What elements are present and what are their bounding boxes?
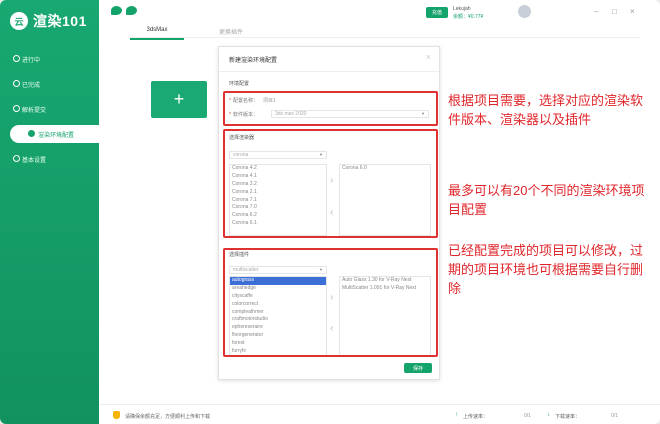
download-speed-label: 下载速率：: [555, 414, 581, 420]
settings-icon: [28, 130, 35, 137]
upload-speed-label: 上传速率：: [463, 414, 489, 420]
dialog-divider: [219, 71, 439, 72]
minimize-button[interactable]: –: [594, 7, 598, 16]
chat-icon[interactable]: [111, 6, 122, 15]
sidebar-item-label: 进行中: [22, 57, 41, 64]
sidebar-item-label: 已完成: [22, 82, 41, 89]
check-circle-icon: [13, 80, 20, 87]
logo-mark-icon: 云: [10, 12, 28, 30]
logo: 云 渲染101: [10, 11, 87, 31]
play-circle-icon: [13, 55, 20, 62]
logo-text: 渲染101: [33, 13, 87, 29]
status-text: 请确保余额充足，方便顺利上传和下载: [125, 414, 211, 420]
balance: 余额：¥0.77¥: [453, 14, 484, 20]
download-arrow-icon: ↓: [547, 412, 550, 418]
highlight-env-config: [223, 91, 438, 126]
support-chat-icon[interactable]: [126, 6, 137, 15]
dialog-title: 新建渲染环境配置: [229, 58, 278, 64]
close-button[interactable]: ×: [630, 7, 635, 16]
upload-arrow-icon: ↑: [455, 412, 458, 418]
app-window: 云 渲染101 进行中 已完成 解析提交 渲染环境配置 基本设置 充值 Leku…: [0, 0, 660, 424]
highlight-plugin: [223, 248, 438, 357]
upload-icon: [13, 105, 20, 112]
sidebar-item-in-progress[interactable]: 进行中: [0, 50, 99, 68]
username: Lekujah: [453, 6, 471, 12]
dialog-close-icon[interactable]: ×: [426, 52, 431, 62]
add-config-button[interactable]: +: [151, 81, 207, 118]
sidebar-item-analyze-submit[interactable]: 解析提交: [0, 100, 99, 118]
plus-icon: +: [173, 89, 185, 109]
sidebar-nav: 进行中 已完成 解析提交 渲染环境配置 基本设置: [0, 50, 99, 175]
annotation-edit-delete: 已经配置完成的项目可以修改，过期的项目环境也可根据需要自行删除: [448, 243, 644, 296]
env-section-title: 环境配置: [229, 81, 250, 87]
annotation-max-configs: 最多可以有20个不同的渲染环境项目配置: [448, 183, 645, 217]
sidebar-item-label: 解析提交: [22, 107, 47, 114]
top-icons: [111, 6, 137, 15]
statusbar: 请确保余额充足，方便顺利上传和下载 ↑ 上传速率： 0/1 ↓ 下载速率： 0/…: [99, 404, 660, 424]
sidebar-item-label: 基本设置: [22, 157, 47, 164]
sidebar-item-basic-settings[interactable]: 基本设置: [0, 150, 99, 168]
gear-icon: [13, 155, 20, 162]
maximize-button[interactable]: □: [612, 7, 617, 16]
highlight-renderer: [223, 129, 438, 238]
annotation-select-version: 根据项目需要，选择对应的渲染软件版本、渲染器以及插件: [448, 93, 644, 127]
tab-divider: [130, 37, 640, 38]
recharge-button[interactable]: 充值: [426, 7, 448, 18]
sidebar-item-render-env[interactable]: 渲染环境配置: [10, 125, 99, 143]
user-info: Lekujah 余额：¥0.77¥: [453, 5, 483, 21]
download-speed-value: 0/1: [611, 413, 618, 419]
avatar[interactable]: [518, 5, 531, 18]
sidebar: 云 渲染101 进行中 已完成 解析提交 渲染环境配置 基本设置: [0, 0, 99, 424]
upload-speed-value: 0/1: [524, 413, 531, 419]
save-button[interactable]: 保存: [404, 363, 432, 373]
hand-icon: [113, 411, 120, 419]
sidebar-item-label: 渲染环境配置: [38, 132, 75, 139]
topbar: 充值 Lekujah 余额：¥0.77¥ – □ ×: [99, 0, 660, 25]
sidebar-item-completed[interactable]: 已完成: [0, 75, 99, 93]
